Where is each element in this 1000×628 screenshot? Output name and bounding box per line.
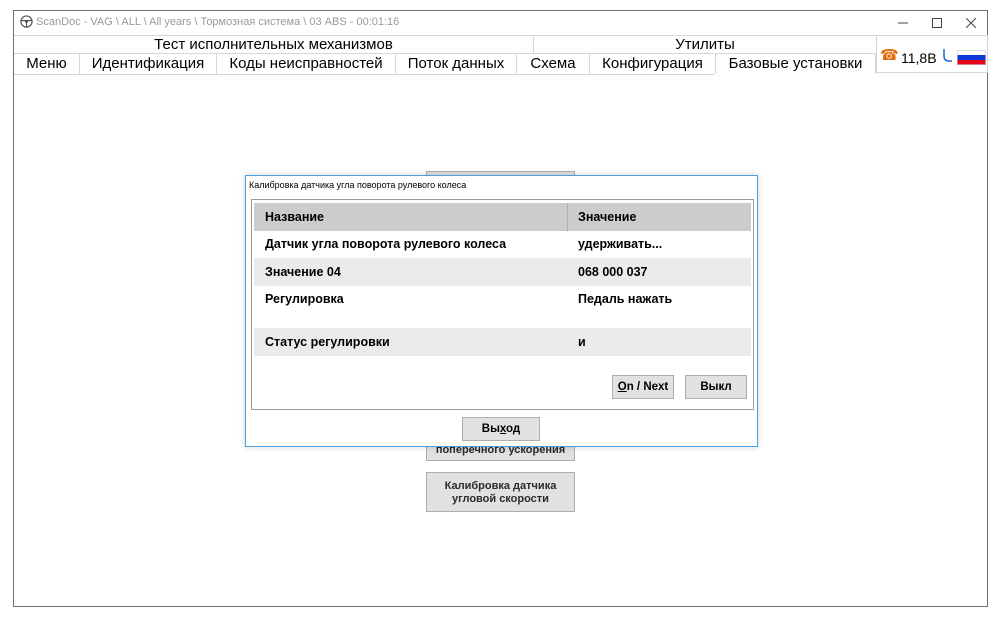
row-name: Регулировка: [265, 292, 344, 306]
on-next-label: n / Next: [626, 381, 669, 393]
dialog-title: Калибровка датчика угла поворота рулевог…: [249, 180, 467, 190]
row-value: и: [578, 335, 586, 349]
yaw-rate-label-line1: Калибровка датчика: [444, 480, 557, 492]
table-header: Название Значение: [254, 203, 751, 231]
tab-menu[interactable]: Меню: [14, 54, 80, 74]
tab-basic-settings[interactable]: Базовые установки: [716, 54, 876, 74]
yaw-rate-calibration-button[interactable]: Калибровка датчика угловой скорости: [426, 472, 575, 512]
maximize-button[interactable]: [920, 13, 954, 33]
close-button[interactable]: [954, 13, 988, 33]
app-window: ScanDoc - VAG \ ALL \ All years \ Тормоз…: [13, 10, 988, 607]
close-icon: [966, 18, 976, 28]
group-header-actuators[interactable]: Тест исполнительных механизмов: [14, 35, 534, 54]
minimize-button[interactable]: [886, 13, 920, 33]
table-row: Статус регулировки и: [254, 328, 751, 356]
voltage-readout: 11,8В: [901, 50, 937, 66]
column-header-value: Значение: [578, 210, 637, 224]
calibration-dialog: Калибровка датчика угла поворота рулевог…: [245, 175, 758, 447]
exit-label-pre: Вы: [481, 423, 500, 435]
exit-button[interactable]: Выход: [462, 417, 540, 441]
row-value: удерживать...: [578, 237, 663, 251]
group-header-utilities[interactable]: Утилиты: [534, 35, 876, 54]
title-bar: ScanDoc - VAG \ ALL \ All years \ Тормоз…: [14, 11, 987, 35]
status-panel: ☎ 11,8В: [876, 35, 988, 73]
table-row: Датчик угла поворота рулевого колеса уде…: [254, 231, 751, 258]
on-next-button[interactable]: On / Next: [612, 375, 674, 399]
plug-icon: [943, 49, 952, 62]
tab-configuration[interactable]: Конфигурация: [590, 54, 716, 74]
values-panel: Название Значение Датчик угла поворота р…: [251, 199, 754, 410]
window-title: ScanDoc - VAG \ ALL \ All years \ Тормоз…: [36, 16, 400, 28]
on-next-mnemonic: O: [617, 381, 627, 393]
minimize-icon: [898, 22, 908, 24]
maximize-icon: [932, 18, 942, 28]
column-header-name: Название: [265, 210, 325, 224]
tab-bar: Меню Идентификация Коды неисправностей П…: [14, 54, 876, 74]
row-name: Значение 04: [265, 265, 341, 279]
tab-schema[interactable]: Схема: [517, 54, 590, 74]
tab-fault-codes[interactable]: Коды неисправностей: [217, 54, 396, 74]
tab-underline: [14, 74, 714, 75]
table-row: Значение 04 068 000 037: [254, 258, 751, 286]
row-name: Датчик угла поворота рулевого колеса: [265, 237, 507, 251]
row-name: Статус регулировки: [265, 335, 390, 349]
steering-wheel-icon: [20, 15, 33, 28]
yaw-rate-label-line2: угловой скорости: [452, 493, 549, 505]
tab-identification[interactable]: Идентификация: [80, 54, 217, 74]
tab-data-stream[interactable]: Поток данных: [396, 54, 517, 74]
russia-flag-icon[interactable]: [957, 50, 986, 65]
table-row: Регулировка Педаль нажать: [254, 286, 751, 328]
off-button[interactable]: Выкл: [685, 375, 747, 399]
exit-label-post: од: [506, 423, 521, 435]
row-value: Педаль нажать: [578, 292, 673, 306]
row-value: 068 000 037: [578, 265, 648, 279]
column-separator[interactable]: [567, 203, 568, 231]
phone-icon: ☎: [880, 47, 899, 64]
